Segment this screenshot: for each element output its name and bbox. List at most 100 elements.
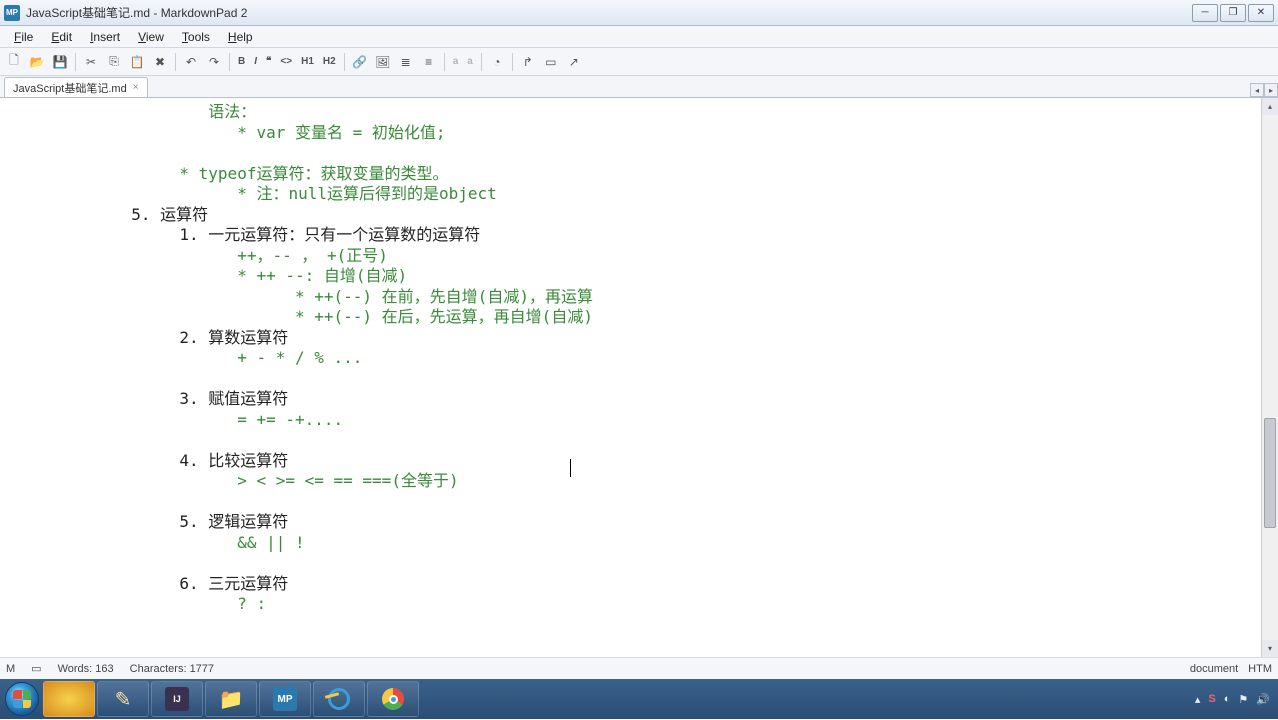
tab-prev-icon[interactable]: ◂ (1250, 83, 1264, 97)
scroll-down-icon[interactable]: ▾ (1262, 640, 1278, 657)
system-tray: ▴ S ◐ ⚑ 🔊 (1195, 693, 1276, 706)
open-file-icon[interactable]: 📂 (27, 52, 47, 72)
copy-icon[interactable]: ⎘ (104, 52, 124, 72)
taskbar-app-markdownpad[interactable]: MP (259, 681, 311, 717)
browser-icon[interactable]: ↗ (564, 52, 584, 72)
code-line[interactable] (6, 553, 1272, 574)
taskbar-app-explorer[interactable]: 📁 (205, 681, 257, 717)
code-line[interactable]: * ++(--) 在前，先自增(自减)，再运算 (6, 287, 1272, 308)
taskbar-app-chrome[interactable] (367, 681, 419, 717)
h2-button[interactable]: H2 (320, 52, 339, 72)
redo-icon[interactable]: ↷ (204, 52, 224, 72)
code-line[interactable]: * ++(--) 在后，先运算，再自增(自减) (6, 307, 1272, 328)
menu-view[interactable]: View (130, 28, 172, 46)
minimize-button[interactable]: ─ (1192, 4, 1218, 22)
separator (481, 53, 482, 71)
code-line[interactable]: * 注：null运算后得到的是object (6, 184, 1272, 205)
tray-icon-1[interactable]: S (1208, 693, 1215, 705)
separator (512, 53, 513, 71)
code-line[interactable]: 3. 赋值运算符 (6, 389, 1272, 410)
app-icon: MP (4, 5, 20, 21)
code-line[interactable]: * ++ --: 自增(自减) (6, 266, 1272, 287)
status-document: document (1190, 663, 1238, 675)
tray-icon-3[interactable]: ⚑ (1238, 693, 1248, 706)
scroll-up-icon[interactable]: ▴ (1262, 98, 1278, 115)
start-button[interactable] (2, 679, 42, 719)
status-chars: Characters: 1777 (130, 663, 214, 675)
menu-bar: File Edit Insert View Tools Help (0, 26, 1278, 48)
tray-icon-2[interactable]: ◐ (1224, 693, 1231, 705)
paste-icon[interactable]: 📋 (127, 52, 147, 72)
code-line[interactable] (6, 492, 1272, 513)
status-htm: HTM (1248, 663, 1272, 675)
taskbar-app-2[interactable]: ✎ (97, 681, 149, 717)
taskbar-app-intellij[interactable]: IJ (151, 681, 203, 717)
code-line[interactable]: 6. 流程控制语句 (6, 656, 1272, 658)
menu-file[interactable]: File (6, 28, 41, 46)
undo-icon[interactable]: ↶ (181, 52, 201, 72)
separator (344, 53, 345, 71)
tab-active[interactable]: JavaScript基础笔记.md × (4, 77, 148, 97)
code-line[interactable] (6, 635, 1272, 656)
image-icon[interactable]: 🖼 (373, 52, 393, 72)
tab-close-icon[interactable]: × (133, 82, 139, 93)
code-line[interactable]: 语法： (6, 102, 1272, 123)
link-icon[interactable]: 🔗 (350, 52, 370, 72)
close-button[interactable]: ✕ (1248, 4, 1274, 22)
taskbar: ✎ IJ 📁 MP ▴ S ◐ ⚑ 🔊 (0, 679, 1278, 719)
italic-icon[interactable]: I (251, 52, 260, 72)
taskbar-app-ie[interactable] (313, 681, 365, 717)
scroll-thumb[interactable] (1264, 418, 1276, 528)
ul-list-icon[interactable]: ≣ (396, 52, 416, 72)
status-m-icon: M (6, 663, 15, 675)
export-icon[interactable]: ↱ (518, 52, 538, 72)
menu-tools[interactable]: Tools (174, 28, 218, 46)
tray-volume-icon[interactable]: 🔊 (1256, 693, 1270, 706)
code-line[interactable] (6, 430, 1272, 451)
code-line[interactable] (6, 143, 1272, 164)
taskbar-app-1[interactable] (43, 681, 95, 717)
editor-content[interactable]: 语法： * var 变量名 = 初始化值; * typeof运算符：获取变量的类… (0, 98, 1278, 657)
code-line[interactable]: 5. 运算符 (6, 205, 1272, 226)
code-line[interactable] (6, 615, 1272, 636)
font-a2-icon[interactable]: a (464, 52, 476, 72)
code-line[interactable]: ++，-- ， +(正号) (6, 246, 1272, 267)
ol-list-icon[interactable]: ≡ (419, 52, 439, 72)
code-line[interactable]: 1. 一元运算符：只有一个运算数的运算符 (6, 225, 1272, 246)
editor-pane[interactable]: 语法： * var 变量名 = 初始化值; * typeof运算符：获取变量的类… (0, 98, 1278, 657)
menu-help[interactable]: Help (220, 28, 261, 46)
timestamp-icon[interactable]: ◔ (487, 52, 507, 72)
code-line[interactable]: > < >= <= == ===(全等于) (6, 471, 1272, 492)
tray-arrow-icon[interactable]: ▴ (1195, 693, 1201, 706)
tab-next-icon[interactable]: ▸ (1264, 83, 1278, 97)
new-file-icon[interactable]: 🗋 (4, 52, 24, 72)
code-line[interactable] (6, 369, 1272, 390)
window-title: JavaScript基础笔记.md - MarkdownPad 2 (26, 4, 1192, 21)
cut-icon[interactable]: ✂ (81, 52, 101, 72)
quote-icon[interactable]: ❝ (263, 52, 274, 72)
font-a1-icon[interactable]: a (450, 52, 462, 72)
code-line[interactable]: 2. 算数运算符 (6, 328, 1272, 349)
code-line[interactable]: + - * / % ... (6, 348, 1272, 369)
code-line[interactable]: 4. 比较运算符 (6, 451, 1272, 472)
code-line[interactable]: ? : (6, 594, 1272, 615)
code-line[interactable]: && || ! (6, 533, 1272, 554)
vertical-scrollbar[interactable]: ▴ ▾ (1261, 98, 1278, 657)
tab-label: JavaScript基础笔记.md (13, 80, 127, 96)
code-icon[interactable]: <> (277, 52, 295, 72)
code-line[interactable]: * typeof运算符：获取变量的类型。 (6, 164, 1272, 185)
separator (75, 53, 76, 71)
save-icon[interactable]: 💾 (50, 52, 70, 72)
maximize-button[interactable]: ❐ (1220, 4, 1246, 22)
code-line[interactable]: 6. 三元运算符 (6, 574, 1272, 595)
code-line[interactable]: * var 变量名 = 初始化值; (6, 123, 1272, 144)
menu-edit[interactable]: Edit (43, 28, 80, 46)
preview-icon[interactable]: ▭ (541, 52, 561, 72)
delete-icon[interactable]: ✖ (150, 52, 170, 72)
h1-button[interactable]: H1 (298, 52, 317, 72)
bold-icon[interactable]: B (235, 52, 248, 72)
status-bar: M ▭ Words: 163 Characters: 1777 document… (0, 657, 1278, 679)
code-line[interactable]: 5. 逻辑运算符 (6, 512, 1272, 533)
menu-insert[interactable]: Insert (82, 28, 128, 46)
code-line[interactable]: = += -+.... (6, 410, 1272, 431)
